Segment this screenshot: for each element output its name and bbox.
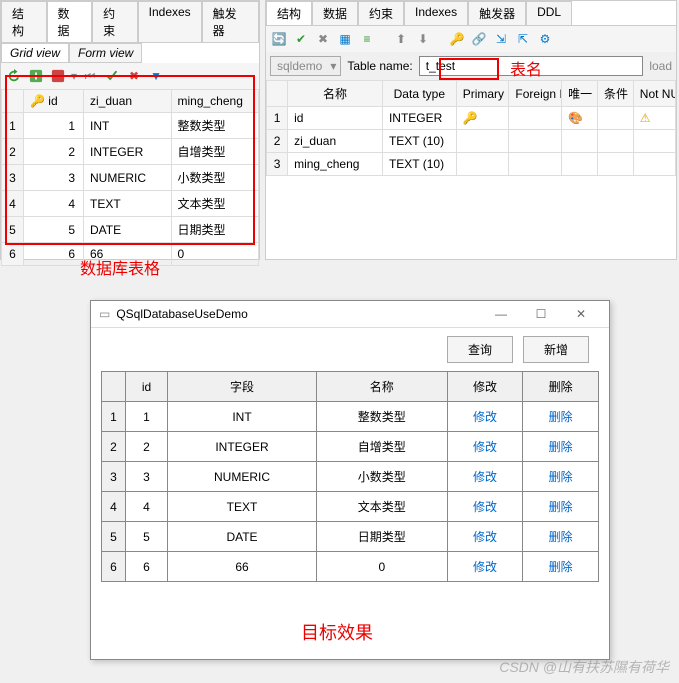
rtab-structure[interactable]: 结构 bbox=[266, 1, 312, 25]
grid-header: 🔑 id zi_duan ming_cheng bbox=[2, 90, 259, 113]
struct-row[interactable]: 3 ming_cheng TEXT (10) bbox=[267, 153, 676, 176]
demo-row[interactable]: 33NUMERIC小数类型修改删除 bbox=[102, 462, 599, 492]
query-button[interactable]: 查询 bbox=[447, 336, 513, 363]
table-row[interactable]: 44TEXT文本类型 bbox=[2, 191, 259, 217]
rtab-indexes[interactable]: Indexes bbox=[404, 1, 468, 25]
left-highlight-label: 数据库表格 bbox=[80, 255, 160, 279]
db-select[interactable]: sqldemo bbox=[270, 56, 341, 76]
col-ziduan[interactable]: zi_duan bbox=[84, 90, 172, 113]
pk-icon: 🔑 bbox=[463, 111, 478, 125]
struct-row[interactable]: 2 zi_duan TEXT (10) bbox=[267, 130, 676, 153]
subtab-bar: Grid view Form view bbox=[1, 43, 259, 63]
left-grid: 🔑 id zi_duan ming_cheng 11INT整数类型 22INTE… bbox=[1, 89, 259, 266]
right-toolbar: 🔄 ✔ ✖ ▦ ≡ ⬆ ⬇ 🔑 🔗 ⇲ ⇱ ⚙ bbox=[266, 26, 676, 52]
struct-row[interactable]: 1 id INTEGER 🔑 🎨 ⚠ bbox=[267, 107, 676, 130]
maximize-icon[interactable]: ☐ bbox=[521, 307, 561, 321]
demo-grid: id 字段 名称 修改 删除 11INT整数类型修改删除 22INTEGER自增… bbox=[101, 371, 599, 582]
demo-row[interactable]: 22INTEGER自增类型修改删除 bbox=[102, 432, 599, 462]
modify-link[interactable]: 修改 bbox=[447, 402, 523, 432]
rtab-triggers[interactable]: 触发器 bbox=[468, 1, 526, 25]
key-icon[interactable]: 🔑 bbox=[448, 30, 466, 48]
check-icon[interactable]: ✔ bbox=[292, 30, 310, 48]
modify-link[interactable]: 修改 bbox=[447, 552, 523, 582]
rollback-icon[interactable]: ✖ bbox=[125, 67, 143, 85]
remove-icon[interactable] bbox=[49, 67, 67, 85]
tablename-anno: 表名 bbox=[510, 56, 542, 80]
commit-icon[interactable] bbox=[103, 67, 121, 85]
left-toolbar: ▾ ⏮ ✖ ▼ bbox=[1, 63, 259, 89]
tablename-label: Table name: bbox=[347, 59, 412, 73]
shrink-icon[interactable]: ⇲ bbox=[492, 30, 510, 48]
modify-link[interactable]: 修改 bbox=[447, 432, 523, 462]
tablename-row: sqldemo Table name: t_test load bbox=[266, 52, 676, 80]
demo-toolbar: 查询 新增 bbox=[91, 328, 609, 371]
tab-indexes[interactable]: Indexes bbox=[138, 1, 202, 42]
rtab-constraints[interactable]: 约束 bbox=[358, 1, 404, 25]
delete-link[interactable]: 删除 bbox=[523, 462, 599, 492]
watermark: CSDN @山有扶苏隰有荷华 bbox=[499, 657, 669, 677]
titlebar: ▭ QSqlDatabaseUseDemo — ☐ ✕ bbox=[91, 301, 609, 328]
load-text: load bbox=[649, 59, 672, 73]
grid-icon[interactable]: ▦ bbox=[336, 30, 354, 48]
minimize-icon[interactable]: — bbox=[481, 307, 521, 321]
refresh-icon[interactable] bbox=[5, 67, 23, 85]
filter-icon[interactable]: ▼ bbox=[147, 67, 165, 85]
first-icon[interactable]: ⏮ bbox=[81, 67, 99, 85]
modify-link[interactable]: 修改 bbox=[447, 492, 523, 522]
demo-row[interactable]: 55DATE日期类型修改删除 bbox=[102, 522, 599, 552]
tab-triggers[interactable]: 触发器 bbox=[202, 1, 259, 42]
rtab-ddl[interactable]: DDL bbox=[526, 1, 572, 25]
tab-data[interactable]: 数据 bbox=[47, 1, 93, 42]
warn-icon: ⚠ bbox=[640, 111, 651, 125]
tab-constraints[interactable]: 约束 bbox=[92, 1, 138, 42]
table-row[interactable]: 33NUMERIC小数类型 bbox=[2, 165, 259, 191]
delete-link[interactable]: 删除 bbox=[523, 402, 599, 432]
col-id[interactable]: 🔑 id bbox=[24, 90, 84, 113]
gear-icon[interactable]: ⚙ bbox=[536, 30, 554, 48]
refresh-icon[interactable]: 🔄 bbox=[270, 30, 288, 48]
add-icon[interactable] bbox=[27, 67, 45, 85]
up-icon[interactable]: ⬆ bbox=[392, 30, 410, 48]
delete-link[interactable]: 删除 bbox=[523, 432, 599, 462]
delete-link[interactable]: 删除 bbox=[523, 522, 599, 552]
subtab-grid[interactable]: Grid view bbox=[1, 43, 69, 63]
demo-row[interactable]: 44TEXT文本类型修改删除 bbox=[102, 492, 599, 522]
table-row[interactable]: 11INT整数类型 bbox=[2, 113, 259, 139]
demo-label: 目标效果 bbox=[301, 619, 373, 645]
cancel-icon[interactable]: ✖ bbox=[314, 30, 332, 48]
struct-grid: 名称 Data type Primary Key Foreign Key 唯一 … bbox=[266, 80, 676, 176]
palette-icon: 🎨 bbox=[568, 111, 583, 125]
window-title: QSqlDatabaseUseDemo bbox=[116, 307, 481, 321]
modify-link[interactable]: 修改 bbox=[447, 462, 523, 492]
left-tab-bar: 结构 数据 约束 Indexes 触发器 bbox=[1, 1, 259, 43]
left-panel: 结构 数据 约束 Indexes 触发器 Grid view Form view… bbox=[0, 0, 260, 260]
link-icon[interactable]: 🔗 bbox=[470, 30, 488, 48]
col-mingcheng[interactable]: ming_cheng bbox=[171, 90, 259, 113]
struct-header: 名称 Data type Primary Key Foreign Key 唯一 … bbox=[267, 81, 676, 107]
demo-header: id 字段 名称 修改 删除 bbox=[102, 372, 599, 402]
table-row[interactable]: 55DATE日期类型 bbox=[2, 217, 259, 243]
rtab-data[interactable]: 数据 bbox=[312, 1, 358, 25]
tab-structure[interactable]: 结构 bbox=[1, 1, 47, 42]
right-panel: 结构 数据 约束 Indexes 触发器 DDL 🔄 ✔ ✖ ▦ ≡ ⬆ ⬇ 🔑… bbox=[265, 0, 677, 260]
app-icon: ▭ bbox=[99, 307, 110, 321]
expand-icon[interactable]: ⇱ bbox=[514, 30, 532, 48]
new-button[interactable]: 新增 bbox=[523, 336, 589, 363]
right-tab-bar: 结构 数据 约束 Indexes 触发器 DDL bbox=[266, 1, 676, 26]
delete-link[interactable]: 删除 bbox=[523, 552, 599, 582]
list-icon[interactable]: ≡ bbox=[358, 30, 376, 48]
modify-link[interactable]: 修改 bbox=[447, 522, 523, 552]
demo-window: ▭ QSqlDatabaseUseDemo — ☐ ✕ 查询 新增 id 字段 … bbox=[90, 300, 610, 660]
table-row[interactable]: 22INTEGER自增类型 bbox=[2, 139, 259, 165]
demo-row[interactable]: 66660修改删除 bbox=[102, 552, 599, 582]
subtab-form[interactable]: Form view bbox=[69, 43, 142, 63]
close-icon[interactable]: ✕ bbox=[561, 307, 601, 321]
down-icon[interactable]: ⬇ bbox=[414, 30, 432, 48]
demo-row[interactable]: 11INT整数类型修改删除 bbox=[102, 402, 599, 432]
delete-link[interactable]: 删除 bbox=[523, 492, 599, 522]
